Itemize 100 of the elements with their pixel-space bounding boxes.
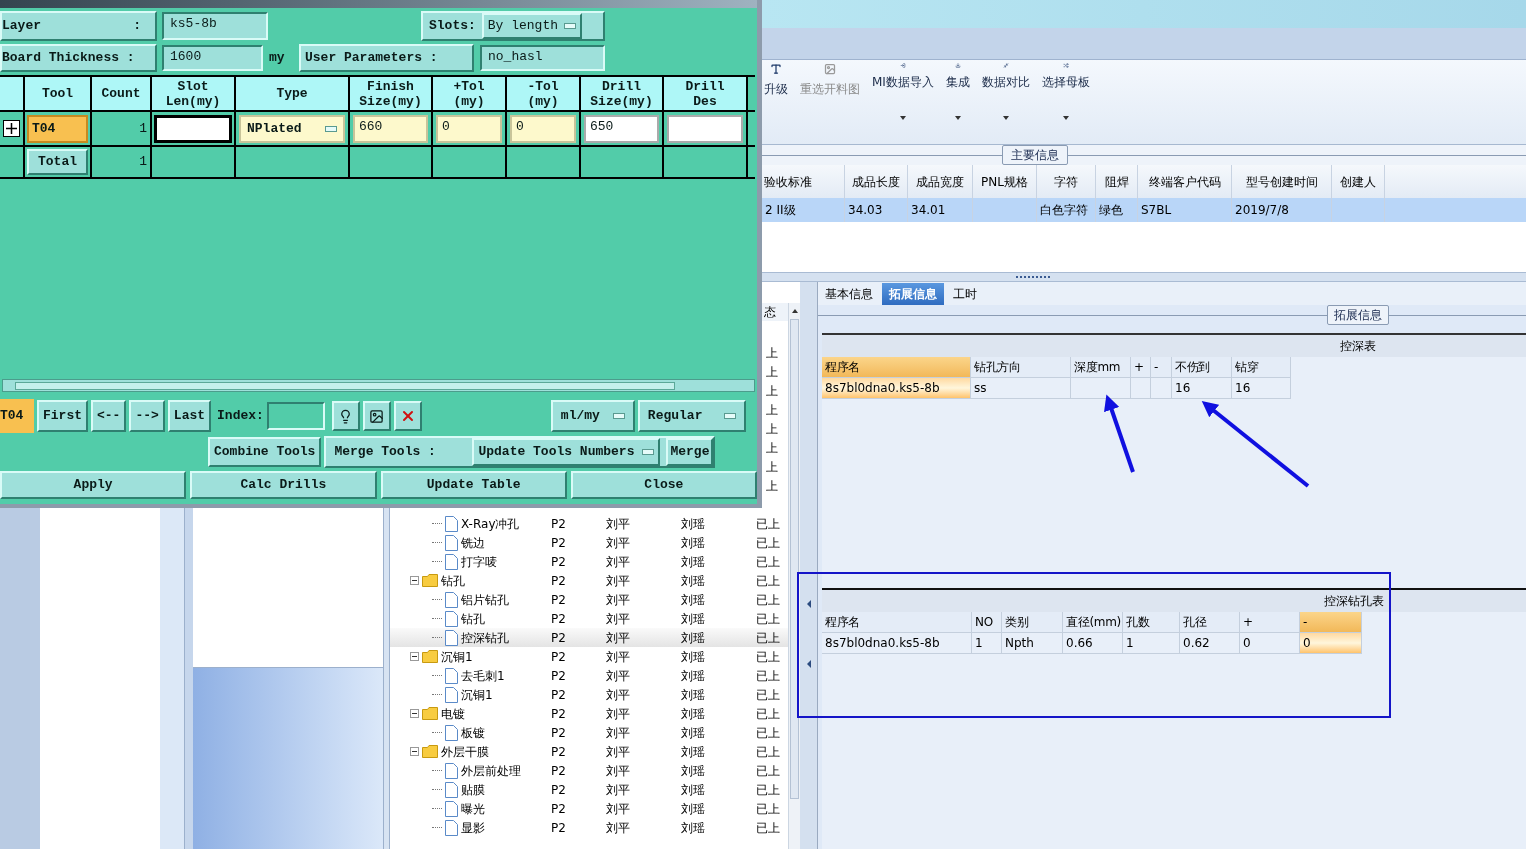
- table-cell: 0.66: [1063, 633, 1123, 654]
- tree-folder[interactable]: 沉铜1 P2 刘平 刘瑶 已上: [390, 647, 788, 666]
- tree-label: 外层前处理: [461, 762, 521, 780]
- bulb-button[interactable]: [331, 401, 360, 431]
- expander-icon[interactable]: [410, 576, 419, 585]
- column-header[interactable]: 类别: [1002, 612, 1063, 633]
- tree-label: 铝片钻孔: [461, 591, 509, 609]
- ribbon-button[interactable]: 选择母板: [1041, 63, 1090, 125]
- tree-cell-text: 刘瑶: [680, 610, 706, 628]
- action-button[interactable]: Apply: [0, 471, 187, 499]
- ribbon-button[interactable]: MI数据导入: [872, 63, 934, 125]
- slot-length-field[interactable]: [154, 114, 232, 143]
- tree-item[interactable]: 板镀 P2 刘平 刘瑶 已上: [390, 723, 788, 742]
- slots-dropdown[interactable]: By length: [481, 13, 583, 39]
- nav-button[interactable]: First: [37, 400, 88, 432]
- drill-size-field[interactable]: 650: [584, 114, 659, 143]
- table-cell: 1: [972, 633, 1002, 654]
- tree-folder[interactable]: 外层干膜 P2 刘平 刘瑶 已上: [390, 742, 788, 761]
- type-dropdown[interactable]: NPlated: [239, 114, 345, 143]
- layer-label: Layer: [2, 17, 41, 36]
- drill-des-field[interactable]: [667, 114, 743, 143]
- table-cell: 16: [1172, 378, 1232, 399]
- column-header[interactable]: +: [1131, 357, 1151, 378]
- column-header[interactable]: 不伤到: [1172, 357, 1232, 378]
- column-header[interactable]: 深度mm: [1071, 357, 1131, 378]
- table-cell: 16: [1232, 378, 1291, 399]
- expand-icon[interactable]: [3, 120, 20, 137]
- file-icon: [445, 800, 458, 817]
- vertical-scrollbar[interactable]: [788, 303, 800, 849]
- column-header[interactable]: 程序名: [822, 612, 972, 633]
- tree-item[interactable]: 铣边 P2 刘平 刘瑶 已上: [390, 533, 788, 552]
- column-header[interactable]: 钻穿: [1232, 357, 1291, 378]
- action-button[interactable]: Close: [570, 471, 757, 499]
- table-cell: Npth: [1002, 633, 1063, 654]
- tree-item[interactable]: 曝光 P2 刘平 刘瑶 已上: [390, 799, 788, 818]
- tree-item[interactable]: 打字唛 P2 刘平 刘瑶 已上: [390, 552, 788, 571]
- expander-icon[interactable]: [410, 652, 419, 661]
- column-header[interactable]: 钻孔方向: [971, 357, 1071, 378]
- tree-cell-text: 刘瑶: [680, 743, 706, 761]
- tree-folder[interactable]: 电镀 P2 刘平 刘瑶 已上: [390, 704, 788, 723]
- tree-folder[interactable]: 钻孔 P2 刘平 刘瑶 已上: [390, 571, 788, 590]
- column-header[interactable]: NO: [972, 612, 1002, 633]
- nav-button[interactable]: <--: [91, 400, 127, 432]
- user-parameters-field[interactable]: no_hasl: [480, 45, 605, 71]
- value-field[interactable]: 0: [510, 114, 576, 143]
- column-header[interactable]: 孔径: [1180, 612, 1240, 633]
- delete-button[interactable]: [393, 401, 422, 431]
- action-button[interactable]: Update Table: [380, 471, 567, 499]
- merge-button[interactable]: Merge: [666, 438, 714, 466]
- ribbon-button[interactable]: 集成: [945, 63, 970, 125]
- tree-label: 铣边: [461, 534, 485, 552]
- tree-label: 沉铜1: [461, 686, 493, 704]
- nav-button[interactable]: Last: [167, 400, 212, 432]
- ribbon-button[interactable]: 数据对比: [981, 63, 1030, 125]
- mode-dropdown[interactable]: Regular: [637, 400, 746, 432]
- tree-cell-text: 刘平: [605, 629, 631, 647]
- tree-cell-text: P2: [550, 515, 567, 533]
- header-text: +Tol: [453, 78, 485, 94]
- tab[interactable]: 基本信息: [818, 283, 880, 305]
- tree-item[interactable]: 贴膜 P2 刘平 刘瑶 已上: [390, 780, 788, 799]
- thickness-field[interactable]: 1600: [162, 45, 263, 71]
- tree-cell-text: 刘瑶: [680, 781, 706, 799]
- dropdown-icon: [612, 413, 625, 419]
- file-icon: [445, 629, 458, 646]
- layer-field[interactable]: ks5-8b: [162, 12, 268, 40]
- column-header[interactable]: +: [1240, 612, 1300, 633]
- expander-icon[interactable]: [410, 709, 419, 718]
- tree-cell-text: 刘瑶: [680, 667, 706, 685]
- image-button[interactable]: [362, 401, 391, 431]
- column-header[interactable]: 直径(mm): [1063, 612, 1123, 633]
- index-field[interactable]: [266, 402, 325, 430]
- tab[interactable]: 工时: [946, 283, 984, 305]
- value-field[interactable]: 660: [353, 114, 428, 143]
- tree-cell-text: 上: [765, 458, 778, 476]
- tree-cell-text: P2: [550, 762, 567, 780]
- value-field[interactable]: 0: [436, 114, 502, 143]
- ribbon-button[interactable]: 升级: [764, 63, 788, 125]
- combine-tools-button[interactable]: Combine Tools: [208, 437, 322, 467]
- tree-cell-text: 已上: [755, 534, 781, 552]
- units-dropdown[interactable]: ml/my: [550, 400, 635, 432]
- column-header[interactable]: 孔数: [1123, 612, 1180, 633]
- column-header[interactable]: -: [1151, 357, 1172, 378]
- horizontal-scrollbar[interactable]: [2, 379, 755, 392]
- tree-cell-text: 刘平: [605, 667, 631, 685]
- tab[interactable]: 拓展信息: [882, 283, 944, 305]
- tree-item[interactable]: X-Ray冲孔 P2 刘平 刘瑶 已上: [390, 514, 788, 533]
- tree-item[interactable]: 显影 P2 刘平 刘瑶 已上: [390, 818, 788, 837]
- tree-item[interactable]: 钻孔 P2 刘平 刘瑶 已上: [390, 609, 788, 628]
- tree-item[interactable]: 外层前处理 P2 刘平 刘瑶 已上: [390, 761, 788, 780]
- expander-icon[interactable]: [410, 747, 419, 756]
- tree-item[interactable]: 沉铜1 P2 刘平 刘瑶 已上: [390, 685, 788, 704]
- nav-button[interactable]: -->: [129, 400, 165, 432]
- tool-button[interactable]: T04: [27, 114, 88, 143]
- merge-option-dropdown[interactable]: Update Tools Numbers: [472, 438, 661, 466]
- tree-item[interactable]: 铝片钻孔 P2 刘平 刘瑶 已上: [390, 590, 788, 609]
- column-header[interactable]: -: [1300, 612, 1362, 633]
- action-button[interactable]: Calc Drills: [190, 471, 377, 499]
- tree-item[interactable]: 去毛刺1 P2 刘平 刘瑶 已上: [390, 666, 788, 685]
- tree-item[interactable]: 控深钻孔 P2 刘平 刘瑶 已上: [390, 628, 788, 647]
- column-header[interactable]: 程序名: [822, 357, 971, 378]
